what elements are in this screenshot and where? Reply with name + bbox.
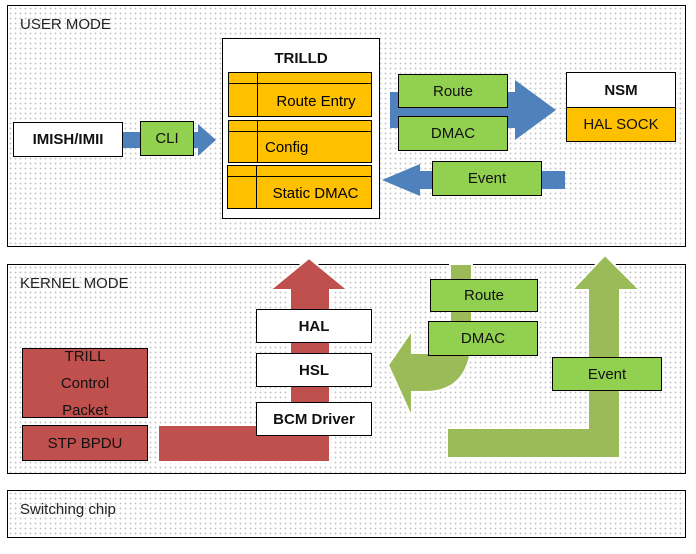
- cli-box: CLI: [140, 121, 194, 156]
- kernel-route-box: Route: [430, 279, 538, 312]
- route-entry-item: Route Entry: [228, 72, 372, 117]
- user-route-box: Route: [398, 74, 508, 108]
- hsl-box: HSL: [256, 353, 372, 387]
- user-dmac-box: DMAC: [398, 116, 508, 151]
- trilld-title: TRILLD: [274, 50, 328, 67]
- user-event-box: Event: [432, 161, 542, 196]
- trill-control-packet-box: TRILL Control Packet: [22, 348, 148, 419]
- hal-sock-box: HAL SOCK: [566, 107, 676, 142]
- nsm-box: NSM: [566, 72, 676, 108]
- kernel-event-box: Event: [552, 357, 662, 391]
- static-dmac-item: Static DMAC: [227, 165, 372, 209]
- bcm-driver-box: BCM Driver: [256, 402, 372, 436]
- kernel-dmac-box: DMAC: [428, 321, 538, 356]
- hal-box: HAL: [256, 309, 372, 343]
- imish-box: IMISH/IMII: [13, 122, 123, 157]
- stp-bpdu-box: STP BPDU: [22, 425, 148, 461]
- config-item: Config: [228, 120, 372, 163]
